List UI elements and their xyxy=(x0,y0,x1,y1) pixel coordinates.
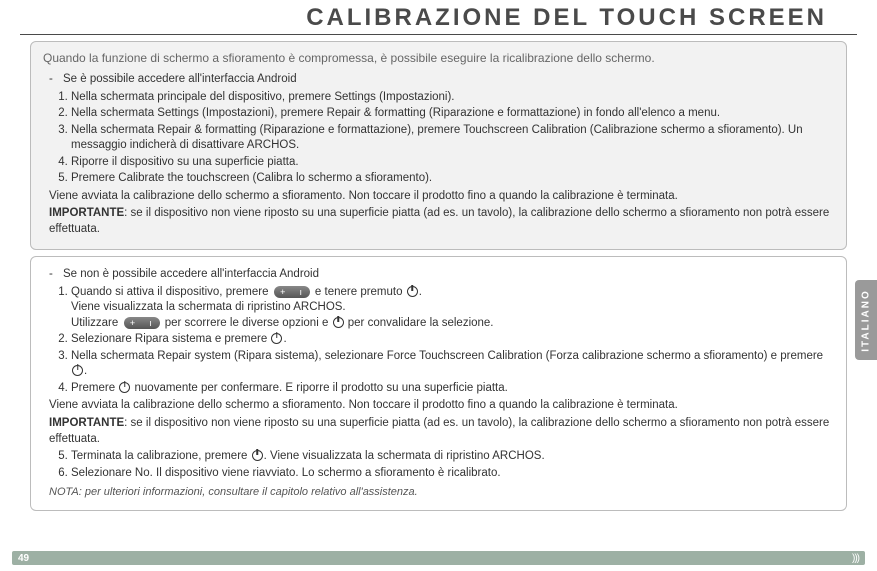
t: . Viene visualizzata la schermata di rip… xyxy=(264,450,545,462)
step: Premere nuovamente per confermare. E rip… xyxy=(71,381,834,397)
section-android-accessible: Quando la funzione di schermo a sfiorame… xyxy=(30,41,847,250)
t: . xyxy=(84,365,87,377)
step: Premere Calibrate the touchscreen (Calib… xyxy=(71,171,834,187)
t: Quando si attiva il dispositivo, premere xyxy=(71,286,269,298)
step: Terminata la calibrazione, premere . Vie… xyxy=(71,449,834,465)
scenario-b-text: Se non è possibile accedere all'interfac… xyxy=(63,267,319,283)
section-android-not-accessible: -Se non è possibile accedere all'interfa… xyxy=(30,256,847,511)
step: Quando si attiva il dispositivo, premere… xyxy=(71,285,834,332)
footer-deco: ))) xyxy=(852,553,859,564)
step: Selezionare No. Il dispositivo viene ria… xyxy=(71,466,834,482)
step: Riporre il dispositivo su una superficie… xyxy=(71,155,834,171)
t: per convalidare la selezione. xyxy=(348,317,494,329)
t: Viene visualizzata la schermata di ripri… xyxy=(71,300,834,316)
t: . xyxy=(283,333,286,345)
scenario-b-heading: -Se non è possibile accedere all'interfa… xyxy=(49,267,834,283)
volume-rocker-icon xyxy=(274,286,310,298)
step: Nella schermata Repair system (Ripara si… xyxy=(71,349,834,380)
t: Selezionare Ripara sistema e premere xyxy=(71,333,267,345)
scenario-a-steps: Nella schermata principale del dispositi… xyxy=(71,90,834,187)
scenario-a-important: IMPORTANTE: se il dispositivo non viene … xyxy=(49,206,834,237)
t: Terminata la calibrazione, premere xyxy=(71,450,247,462)
scenario-b-after: Viene avviata la calibrazione dello sche… xyxy=(49,398,834,414)
page-title: CALIBRAZIONE DEL TOUCH SCREEN xyxy=(20,0,857,35)
t: per scorrere le diverse opzioni e xyxy=(165,317,329,329)
power-icon xyxy=(252,450,263,461)
power-icon xyxy=(72,365,83,376)
t: Nella schermata Repair system (Ripara si… xyxy=(71,350,823,362)
scenario-a-after: Viene avviata la calibrazione dello sche… xyxy=(49,189,834,205)
language-tab: ITALIANO xyxy=(855,280,877,360)
important-label: IMPORTANTE xyxy=(49,207,124,219)
t: . xyxy=(419,286,422,298)
t: Premere xyxy=(71,382,115,394)
scenario-b-steps: Quando si attiva il dispositivo, premere… xyxy=(71,285,834,397)
scenario-b-important: IMPORTANTE: se il dispositivo non viene … xyxy=(49,416,834,447)
language-label: ITALIANO xyxy=(861,289,872,351)
scenario-a-text: Se è possibile accedere all'interfaccia … xyxy=(63,72,297,88)
t: e tenere premuto xyxy=(315,286,403,298)
power-icon xyxy=(271,333,282,344)
intro-text: Quando la funzione di schermo a sfiorame… xyxy=(43,50,834,66)
note: NOTA: per ulteriori informazioni, consul… xyxy=(49,485,834,500)
scenario-a-heading: -Se è possibile accedere all'interfaccia… xyxy=(49,72,834,88)
t: nuovamente per confermare. E riporre il … xyxy=(135,382,508,394)
t: Utilizzare xyxy=(71,317,118,329)
important-text: : se il dispositivo non viene riposto su… xyxy=(49,417,829,445)
scenario-b-steps-cont: Terminata la calibrazione, premere . Vie… xyxy=(71,449,834,481)
important-label: IMPORTANTE xyxy=(49,417,124,429)
important-text: : se il dispositivo non viene riposto su… xyxy=(49,207,829,235)
power-icon xyxy=(407,286,418,297)
footer-bar: 49 ))) xyxy=(12,551,865,565)
power-icon xyxy=(119,382,130,393)
power-icon xyxy=(333,317,344,328)
step: Nella schermata principale del dispositi… xyxy=(71,90,834,106)
step: Selezionare Ripara sistema e premere . xyxy=(71,332,834,348)
step: Nella schermata Repair & formatting (Rip… xyxy=(71,123,834,154)
t: Utilizzare per scorrere le diverse opzio… xyxy=(71,316,834,332)
volume-rocker-icon xyxy=(124,317,160,329)
page-number: 49 xyxy=(18,553,29,564)
step: Nella schermata Settings (Impostazioni),… xyxy=(71,106,834,122)
